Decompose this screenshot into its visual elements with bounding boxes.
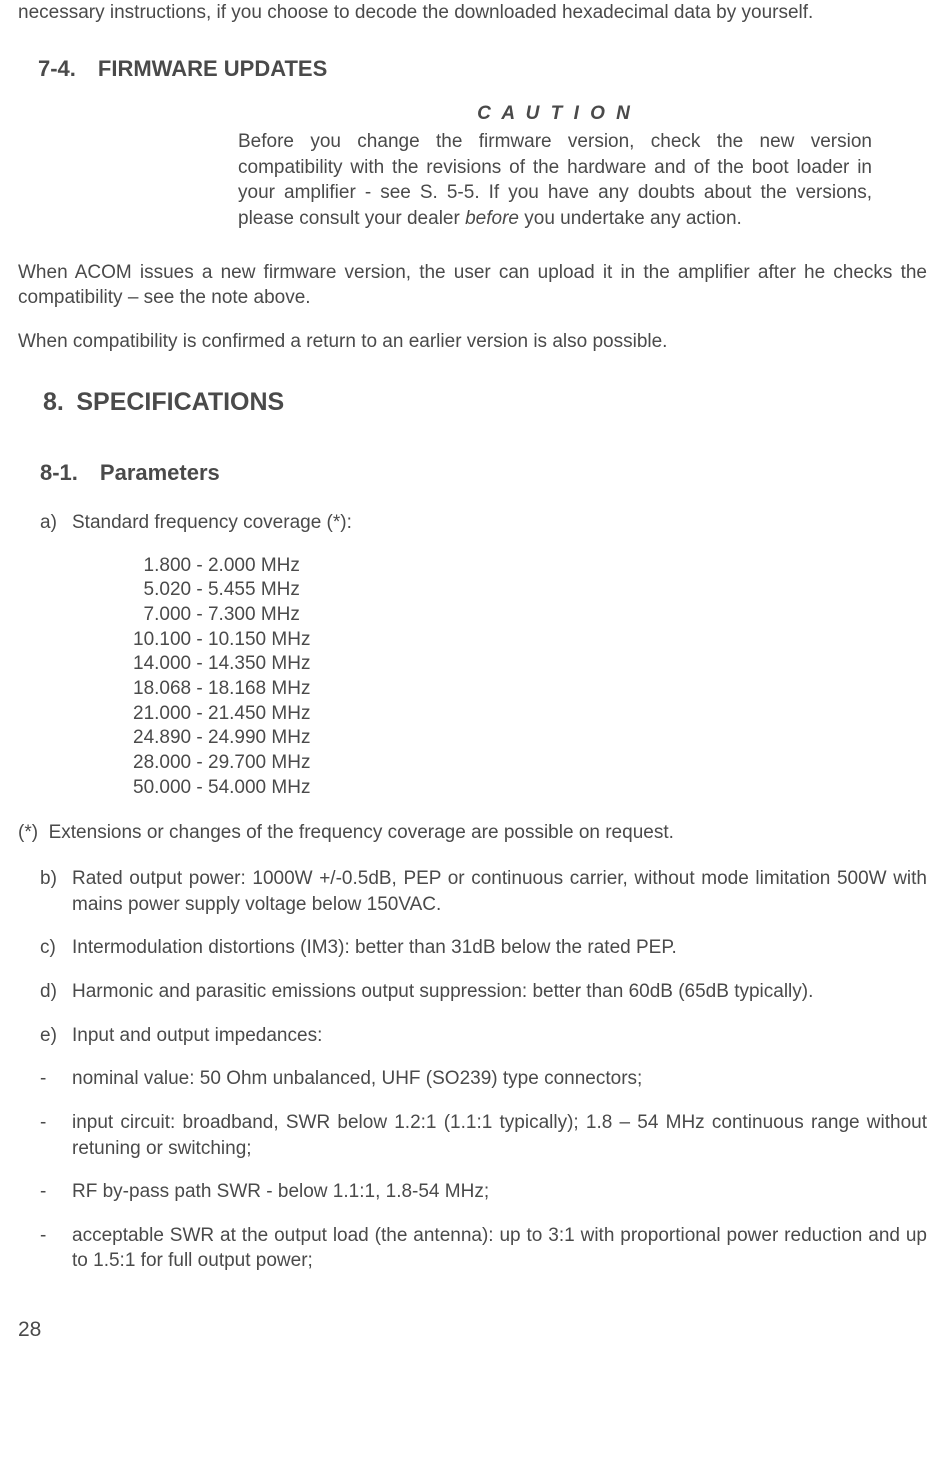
item-b-text: Rated output power: 1000W +/-0.5dB, PEP … [72, 866, 927, 917]
dash-text-1: nominal value: 50 Ohm unbalanced, UHF (S… [72, 1066, 927, 1092]
dash-item-1: - nominal value: 50 Ohm unbalanced, UHF … [40, 1066, 927, 1092]
item-a: a) Standard frequency coverage (*): [40, 510, 927, 536]
dash-marker: - [40, 1110, 72, 1161]
caution-text-italic: before [465, 208, 519, 229]
heading-8-1: 8-1. Parameters [40, 458, 927, 488]
heading-7-4: 7-4. FIRMWARE UPDATES [38, 54, 927, 84]
item-e: e) Input and output impedances: [40, 1023, 927, 1049]
dash-text-4: acceptable SWR at the output load (the a… [72, 1223, 927, 1274]
item-e-marker: e) [40, 1023, 72, 1049]
freq-row: 24.890 - 24.990 MHz [133, 726, 927, 751]
freq-row: 10.100 - 10.150 MHz [133, 628, 927, 653]
frequency-list: 1.800 - 2.000 MHz 5.020 - 5.455 MHz 7.00… [133, 554, 927, 801]
freq-row: 21.000 - 21.450 MHz [133, 702, 927, 727]
item-a-text: Standard frequency coverage (*): [72, 510, 927, 536]
item-e-text: Input and output impedances: [72, 1023, 927, 1049]
item-b: b) Rated output power: 1000W +/-0.5dB, P… [40, 866, 927, 917]
dash-marker: - [40, 1179, 72, 1205]
item-d-marker: d) [40, 979, 72, 1005]
item-c-text: Intermodulation distortions (IM3): bette… [72, 935, 927, 961]
item-d: d) Harmonic and parasitic emissions outp… [40, 979, 927, 1005]
dash-item-3: - RF by-pass path SWR - below 1.1:1, 1.8… [40, 1179, 927, 1205]
dash-item-2: - input circuit: broadband, SWR below 1.… [40, 1110, 927, 1161]
item-b-marker: b) [40, 866, 72, 917]
dash-text-3: RF by-pass path SWR - below 1.1:1, 1.8-5… [72, 1179, 927, 1205]
intro-text: necessary instructions, if you choose to… [18, 0, 927, 26]
caution-text-after: you undertake any action. [519, 208, 742, 229]
freq-row: 18.068 - 18.168 MHz [133, 677, 927, 702]
dash-marker: - [40, 1066, 72, 1092]
caution-block: C A U T I O N Before you change the firm… [238, 101, 872, 231]
freq-row: 7.000 - 7.300 MHz [133, 603, 927, 628]
item-a-marker: a) [40, 510, 72, 536]
item-c: c) Intermodulation distortions (IM3): be… [40, 935, 927, 961]
freq-row: 28.000 - 29.700 MHz [133, 751, 927, 776]
dash-item-4: - acceptable SWR at the output load (the… [40, 1223, 927, 1274]
frequency-footnote: (*) Extensions or changes of the frequen… [18, 820, 927, 846]
paragraph-compatibility-confirmed: When compatibility is confirmed a return… [18, 329, 927, 355]
page-number: 28 [18, 1316, 927, 1344]
dash-text-2: input circuit: broadband, SWR below 1.2:… [72, 1110, 927, 1161]
freq-row: 14.000 - 14.350 MHz [133, 652, 927, 677]
paragraph-acom-new-firmware: When ACOM issues a new firmware version,… [18, 260, 927, 311]
freq-row: 5.020 - 5.455 MHz [133, 578, 927, 603]
freq-row: 50.000 - 54.000 MHz [133, 776, 927, 801]
heading-8: 8. SPECIFICATIONS [43, 386, 927, 420]
item-d-text: Harmonic and parasitic emissions output … [72, 979, 927, 1005]
caution-title: C A U T I O N [238, 101, 872, 127]
caution-text: Before you change the firmware version, … [238, 129, 872, 232]
item-c-marker: c) [40, 935, 72, 961]
dash-marker: - [40, 1223, 72, 1274]
freq-row: 1.800 - 2.000 MHz [133, 554, 927, 579]
